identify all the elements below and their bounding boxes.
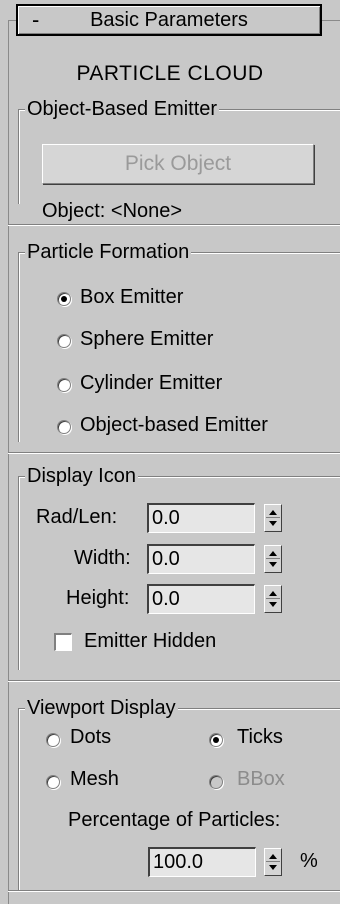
rad-len-field[interactable]: 0.0 — [147, 503, 255, 533]
dots-radio[interactable] — [46, 733, 60, 747]
object-based-emitter-option-label[interactable]: Object-based Emitter — [80, 414, 268, 437]
rad-len-label: Rad/Len: — [36, 506, 118, 528]
spinner-down-icon[interactable] — [269, 865, 277, 870]
cylinder-emitter-label[interactable]: Cylinder Emitter — [80, 372, 222, 395]
display-icon-label: Display Icon — [25, 463, 138, 489]
object-based-emitter-label: Object-Based Emitter — [25, 96, 220, 122]
mesh-radio[interactable] — [46, 775, 60, 789]
spinner-down-icon[interactable] — [269, 562, 277, 567]
emitter-hidden-label[interactable]: Emitter Hidden — [84, 630, 216, 653]
cylinder-emitter-radio[interactable] — [57, 378, 71, 392]
spinner-up-icon[interactable] — [269, 854, 277, 859]
object-based-emitter-radio[interactable] — [57, 420, 71, 434]
emitter-hidden-checkbox[interactable] — [54, 633, 72, 651]
bbox-label: BBox — [237, 768, 285, 790]
percentage-field[interactable]: 100.0 — [148, 847, 256, 877]
basic-parameters-rollout-header[interactable]: - Basic Parameters — [16, 4, 322, 36]
spinner-up-icon[interactable] — [269, 510, 277, 515]
height-spinner[interactable] — [264, 585, 282, 613]
height-label: Height: — [66, 587, 130, 609]
dots-label[interactable]: Dots — [70, 726, 111, 749]
section-divider — [8, 680, 340, 682]
spinner-up-icon[interactable] — [269, 551, 277, 556]
spinner-divider — [266, 558, 280, 559]
spinner-down-icon[interactable] — [269, 521, 277, 526]
ticks-label[interactable]: Ticks — [237, 726, 283, 749]
particle-formation-label: Particle Formation — [25, 239, 192, 265]
ticks-radio[interactable] — [209, 733, 223, 747]
section-divider — [8, 890, 340, 892]
width-field[interactable]: 0.0 — [147, 544, 255, 574]
spinner-divider — [266, 861, 280, 862]
mesh-label[interactable]: Mesh — [70, 768, 119, 791]
object-value: Object: <None> — [42, 200, 183, 222]
spinner-divider — [266, 517, 280, 518]
sphere-emitter-label[interactable]: Sphere Emitter — [80, 328, 213, 351]
box-emitter-label[interactable]: Box Emitter — [80, 286, 183, 309]
panel-heading: PARTICLE CLOUD — [76, 62, 264, 85]
pick-object-button[interactable]: Pick Object — [42, 144, 314, 184]
viewport-display-label: Viewport Display — [25, 695, 178, 721]
percentage-label: Percentage of Particles: — [68, 809, 281, 831]
spinner-down-icon[interactable] — [269, 602, 277, 607]
basic-parameters-panel: - Basic Parameters PARTICLE CLOUD Object… — [0, 0, 340, 904]
section-divider — [8, 452, 340, 454]
percent-unit: % — [300, 850, 318, 872]
rad-len-spinner[interactable] — [264, 504, 282, 532]
box-emitter-radio[interactable] — [57, 292, 71, 306]
section-divider — [8, 224, 340, 226]
height-field[interactable]: 0.0 — [147, 584, 255, 614]
bbox-radio — [209, 775, 223, 789]
spinner-divider — [266, 598, 280, 599]
width-label: Width: — [74, 547, 131, 569]
width-spinner[interactable] — [264, 545, 282, 573]
rollout-title: Basic Parameters — [90, 9, 248, 31]
spinner-up-icon[interactable] — [269, 591, 277, 596]
sphere-emitter-radio[interactable] — [57, 334, 71, 348]
percentage-spinner[interactable] — [264, 848, 282, 876]
